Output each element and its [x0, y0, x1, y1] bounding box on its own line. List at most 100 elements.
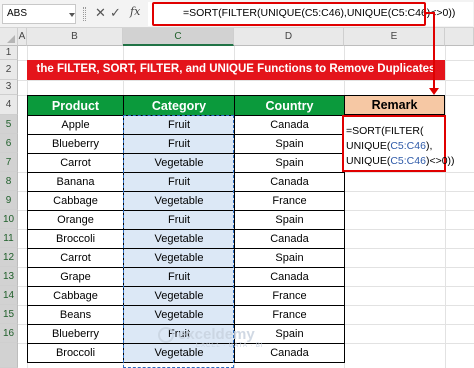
- table-row: Apple Fruit Canada: [27, 115, 345, 135]
- row-header[interactable]: 8: [0, 172, 18, 191]
- country-cell[interactable]: Spain: [234, 153, 345, 173]
- row-header[interactable]: 13: [0, 267, 18, 286]
- product-cell[interactable]: Broccoli: [27, 343, 124, 363]
- country-cell[interactable]: France: [234, 305, 345, 325]
- annotation-arrow-segment: [433, 12, 435, 38]
- enter-icon[interactable]: ✓: [110, 5, 121, 21]
- row-header[interactable]: 15: [0, 305, 18, 324]
- category-cell[interactable]: Vegetable: [123, 305, 235, 325]
- country-cell[interactable]: Spain: [234, 210, 345, 230]
- category-cell[interactable]: Vegetable: [123, 248, 235, 268]
- category-cell[interactable]: Fruit: [123, 172, 235, 192]
- cancel-icon[interactable]: ✕: [95, 5, 106, 21]
- product-cell[interactable]: Grape: [27, 267, 124, 287]
- category-cell[interactable]: Fruit: [123, 115, 235, 135]
- table-row: Carrot Vegetable Spain: [27, 153, 345, 173]
- product-cell[interactable]: Banana: [27, 172, 124, 192]
- country-cell[interactable]: Canada: [234, 267, 345, 287]
- category-cell[interactable]: Vegetable: [123, 229, 235, 249]
- gridline: [18, 80, 474, 81]
- table-row: Orange Fruit Spain: [27, 210, 345, 230]
- column-header-a[interactable]: A: [18, 28, 27, 46]
- row-header[interactable]: 10: [0, 210, 18, 229]
- select-all-corner[interactable]: [0, 28, 18, 46]
- product-cell[interactable]: Broccoli: [27, 229, 124, 249]
- product-cell[interactable]: Orange: [27, 210, 124, 230]
- country-cell[interactable]: Canada: [234, 115, 345, 135]
- table-row: Blueberry Fruit Spain: [27, 134, 345, 154]
- column-header-c[interactable]: C: [123, 28, 234, 46]
- country-cell[interactable]: Spain: [234, 248, 345, 268]
- data-table: Product Category Country Apple Fruit Canad…: [27, 95, 345, 363]
- country-cell[interactable]: France: [234, 191, 345, 211]
- row-header[interactable]: 11: [0, 229, 18, 248]
- remark-line-1: =SORT(FILTER(: [346, 125, 424, 137]
- table-row: Cabbage Vegetable France: [27, 286, 345, 306]
- remark-header[interactable]: Remark: [344, 95, 445, 115]
- name-box-dropdown-icon[interactable]: [69, 13, 75, 17]
- row-header[interactable]: 1: [0, 46, 18, 60]
- row-header[interactable]: 7: [0, 153, 18, 172]
- product-cell[interactable]: Beans: [27, 305, 124, 325]
- remark-text: )<>0)): [425, 155, 455, 167]
- table-row: Broccoli Vegetable Canada: [27, 343, 345, 363]
- product-cell[interactable]: Carrot: [27, 248, 124, 268]
- formula-highlight-box: [152, 2, 426, 26]
- product-cell[interactable]: Cabbage: [27, 191, 124, 211]
- row-header[interactable]: 6: [0, 134, 18, 153]
- remark-ref: C5:C46: [390, 140, 426, 152]
- category-cell[interactable]: Vegetable: [123, 191, 235, 211]
- row-header[interactable]: 2: [0, 60, 18, 80]
- category-cell[interactable]: Vegetable: [123, 286, 235, 306]
- row-header[interactable]: 12: [0, 248, 18, 267]
- row-header[interactable]: [0, 343, 18, 368]
- formula-bar-grip[interactable]: [83, 7, 86, 21]
- remark-text: UNIQUE(: [346, 140, 391, 152]
- remark-formula-cell[interactable]: =SORT(FILTER( UNIQUE(C5:C46), UNIQUE(C5:…: [342, 115, 455, 172]
- insert-function-icon[interactable]: fx: [130, 5, 140, 18]
- row-header[interactable]: 5: [0, 115, 18, 134]
- product-cell[interactable]: Blueberry: [27, 134, 124, 154]
- name-box-value: ABS: [7, 8, 28, 19]
- product-cell[interactable]: Carrot: [27, 153, 124, 173]
- product-cell[interactable]: Apple: [27, 115, 124, 135]
- country-cell[interactable]: Spain: [234, 134, 345, 154]
- header-product[interactable]: Product: [27, 95, 124, 116]
- country-cell[interactable]: Canada: [234, 172, 345, 192]
- annotation-arrow-head-icon: [429, 88, 439, 95]
- formula-bar: ABS ✕ ✓ fx =SORT(FILTER(UNIQUE(C5:C46),U…: [0, 0, 474, 28]
- column-header-d[interactable]: D: [234, 28, 344, 46]
- row-header[interactable]: 3: [0, 80, 18, 95]
- header-country[interactable]: Country: [234, 95, 345, 116]
- title-banner[interactable]: the FILTER, SORT, FILTER, and UNIQUE Fun…: [27, 60, 445, 80]
- table-row: Carrot Vegetable Spain: [27, 248, 345, 268]
- table-row: Grape Fruit Canada: [27, 267, 345, 287]
- category-cell[interactable]: Fruit: [123, 134, 235, 154]
- select-all-icon: [7, 35, 15, 43]
- row-header[interactable]: 4: [0, 95, 18, 115]
- category-cell[interactable]: Vegetable: [123, 153, 235, 173]
- column-header-b[interactable]: B: [27, 28, 123, 46]
- row-header[interactable]: 9: [0, 191, 18, 210]
- table-header-row: Product Category Country: [27, 95, 345, 116]
- category-cell[interactable]: Fruit: [123, 210, 235, 230]
- remark-text: ),: [425, 140, 433, 152]
- column-header-e[interactable]: E: [344, 28, 445, 46]
- product-cell[interactable]: Cabbage: [27, 286, 124, 306]
- remark-ref: C5:C46: [390, 155, 426, 167]
- product-cell[interactable]: Blueberry: [27, 324, 124, 344]
- country-cell[interactable]: Canada: [234, 229, 345, 249]
- column-header-f[interactable]: [445, 28, 474, 46]
- category-cell[interactable]: Fruit: [123, 267, 235, 287]
- country-cell[interactable]: France: [234, 286, 345, 306]
- annotation-arrow-segment: [433, 36, 435, 90]
- table-row: Beans Vegetable France: [27, 305, 345, 325]
- exceldemy-logo-icon: [158, 327, 174, 343]
- table-row: Cabbage Vegetable France: [27, 191, 345, 211]
- table-row: Broccoli Vegetable Canada: [27, 229, 345, 249]
- remark-text: UNIQUE(: [346, 155, 391, 167]
- header-category[interactable]: Category: [123, 95, 235, 116]
- row-header[interactable]: 16: [0, 324, 18, 343]
- row-header[interactable]: 14: [0, 286, 18, 305]
- name-box[interactable]: ABS: [2, 4, 76, 24]
